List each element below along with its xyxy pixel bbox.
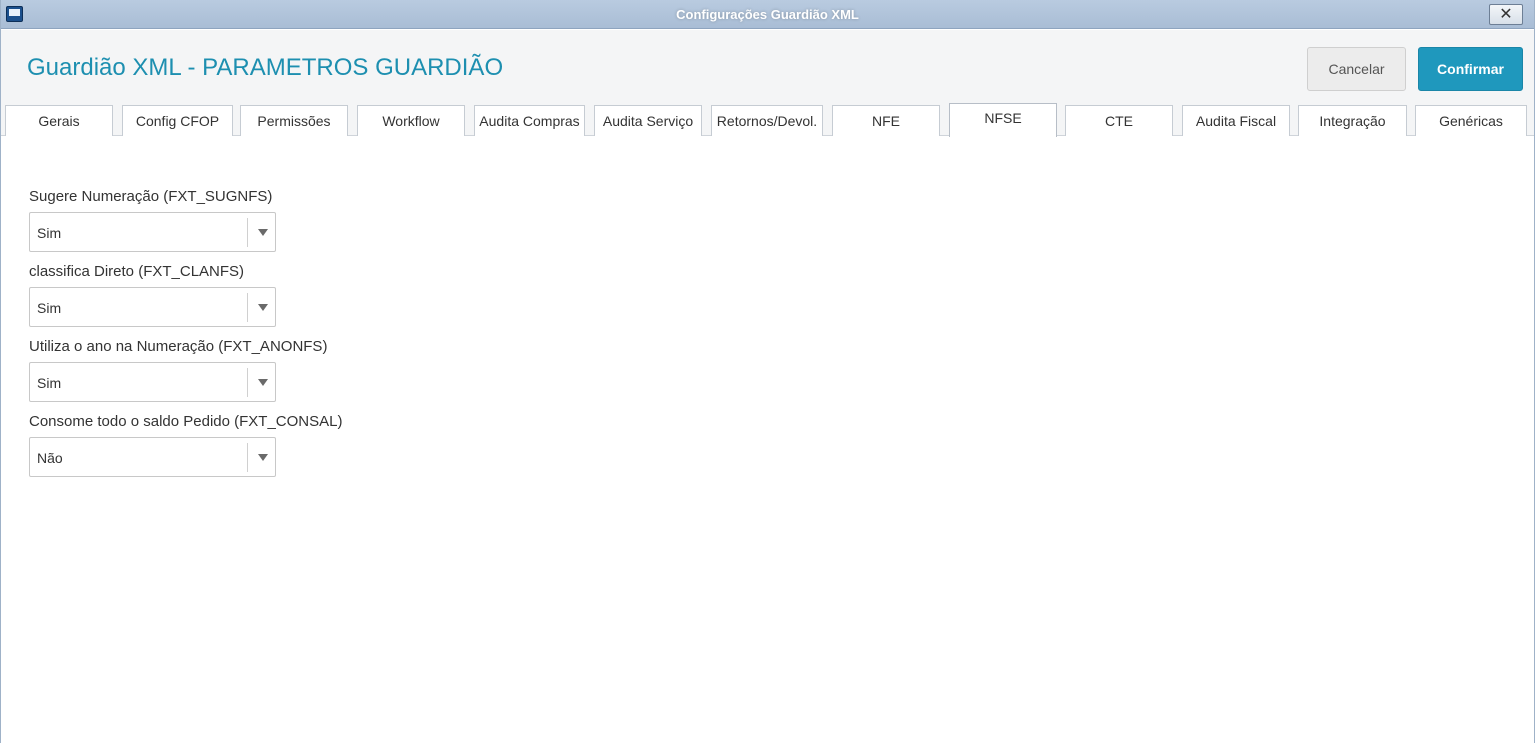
chevron-down-icon[interactable] — [258, 454, 268, 461]
tab-audita-compras[interactable]: Audita Compras — [474, 105, 585, 136]
header: Guardião XML - PARAMETROS GUARDIÃO Cance… — [1, 30, 1534, 103]
tab-label: Audita Serviço — [602, 113, 694, 129]
field-label-utiliza-ano: Utiliza o ano na Numeração (FXT_ANONFS) — [29, 338, 328, 355]
tab-label: CTE — [1105, 113, 1133, 129]
chevron-down-icon[interactable] — [258, 229, 268, 236]
tab-label: Audita Compras — [479, 113, 580, 129]
select-consome-saldo[interactable]: Não — [29, 437, 276, 477]
select-value: Sim — [37, 375, 62, 391]
tab-label: NFSE — [984, 109, 1022, 126]
tab-label: Permissões — [257, 113, 331, 129]
window-title: Configurações Guardião XML — [676, 7, 859, 22]
tab-gerais[interactable]: Gerais — [5, 105, 113, 136]
select-divider — [247, 368, 248, 397]
page-title: Guardião XML - PARAMETROS GUARDIÃO — [27, 54, 504, 81]
confirm-button[interactable]: Confirmar — [1418, 47, 1523, 91]
tab-label: NFE — [872, 113, 900, 129]
tab-nfse[interactable]: NFSE — [949, 103, 1057, 137]
tab-integracao[interactable]: Integração — [1298, 105, 1407, 136]
field-label-consome-saldo: Consome todo o saldo Pedido (FXT_CONSAL) — [29, 413, 343, 430]
close-icon[interactable]: ✕ — [1489, 4, 1523, 25]
chevron-down-icon[interactable] — [258, 304, 268, 311]
select-sugere-numeracao[interactable]: Sim — [29, 212, 276, 252]
field-label-classifica-direto: classifica Direto (FXT_CLANFS) — [29, 263, 245, 280]
title-bar: Configurações Guardião XML ✕ — [1, 0, 1534, 29]
tab-audita-servico[interactable]: Audita Serviço — [594, 105, 702, 136]
field-label-sugere-numeracao: Sugere Numeração (FXT_SUGNFS) — [29, 188, 273, 205]
tab-permissoes[interactable]: Permissões — [240, 105, 348, 136]
select-classifica-direto[interactable]: Sim — [29, 287, 276, 327]
select-value: Não — [37, 450, 63, 466]
tab-label: Integração — [1319, 113, 1386, 129]
select-utiliza-ano[interactable]: Sim — [29, 362, 276, 402]
tab-workflow[interactable]: Workflow — [357, 105, 465, 136]
tab-config-cfop[interactable]: Config CFOP — [122, 105, 233, 136]
tab-nfe[interactable]: NFE — [832, 105, 940, 136]
tab-label: Retornos/Devol. — [716, 113, 818, 129]
tab-label: Config CFOP — [135, 113, 220, 129]
tab-label: Gerais — [38, 113, 80, 129]
select-divider — [247, 443, 248, 472]
tab-label: Workflow — [382, 113, 440, 129]
tab-label: Audita Fiscal — [1195, 113, 1277, 129]
tab-audita-fiscal[interactable]: Audita Fiscal — [1182, 105, 1290, 136]
tab-genericas[interactable]: Genéricas — [1415, 105, 1527, 136]
tab-label: Genéricas — [1439, 113, 1503, 129]
select-divider — [247, 218, 248, 247]
nfse-form: Sugere Numeração (FXT_SUGNFS) Sim classi… — [1, 136, 1534, 743]
tab-bar: Gerais Config CFOP Permissões Workflow A… — [1, 103, 1534, 137]
select-value: Sim — [37, 300, 62, 316]
select-divider — [247, 293, 248, 322]
tab-retornos-devol[interactable]: Retornos/Devol. — [711, 105, 823, 136]
select-value: Sim — [37, 225, 62, 241]
cancel-button[interactable]: Cancelar — [1307, 47, 1406, 91]
tab-cte[interactable]: CTE — [1065, 105, 1173, 136]
chevron-down-icon[interactable] — [258, 379, 268, 386]
config-window: Configurações Guardião XML ✕ Guardião XM… — [0, 0, 1535, 743]
